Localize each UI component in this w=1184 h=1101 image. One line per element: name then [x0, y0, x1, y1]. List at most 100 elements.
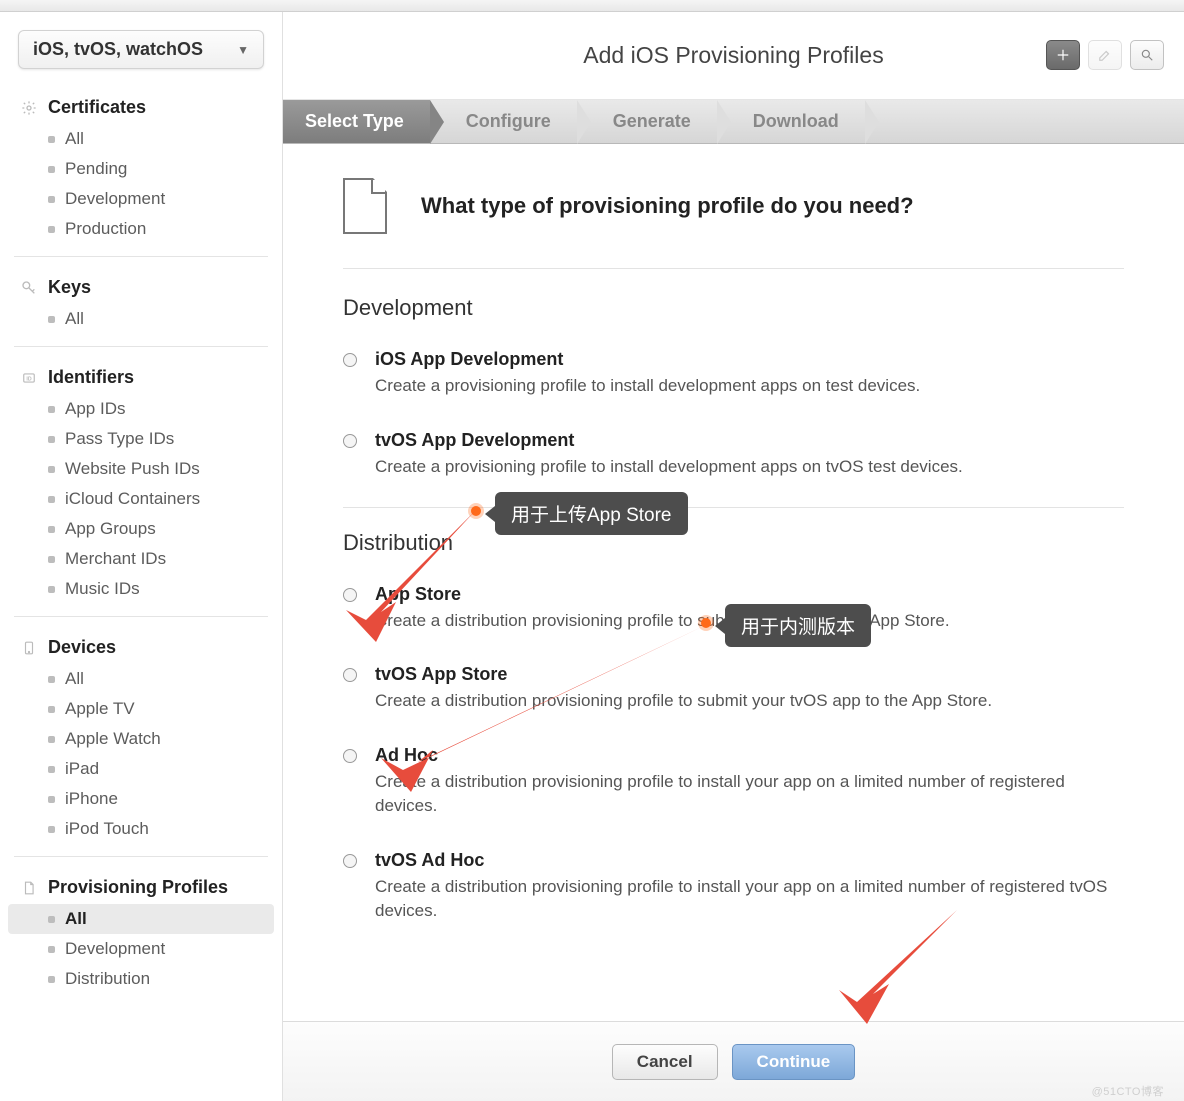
sidebar-item-keys-all[interactable]: All [0, 304, 282, 334]
sidebar-item-merchant-ids[interactable]: Merchant IDs [0, 544, 282, 574]
bullet-icon [48, 736, 55, 743]
sidebar-item-apple-watch[interactable]: Apple Watch [0, 724, 282, 754]
sidebar-item-label: Apple TV [65, 699, 135, 719]
sidebar-item-icloud-containers[interactable]: iCloud Containers [0, 484, 282, 514]
group-divider [343, 507, 1124, 508]
footer: Cancel Continue [283, 1021, 1184, 1101]
step-select-type[interactable]: Select Type [283, 100, 430, 143]
continue-button[interactable]: Continue [732, 1044, 856, 1080]
sidebar-item-ipod-touch[interactable]: iPod Touch [0, 814, 282, 844]
sidebar-item-label: App IDs [65, 399, 125, 419]
sidebar-section-certificates[interactable]: Certificates [0, 89, 282, 124]
sidebar-section-keys[interactable]: Keys [0, 269, 282, 304]
sidebar-item-label: All [65, 309, 84, 329]
radio-tvos-app-development[interactable] [343, 434, 357, 448]
sidebar-item-ipad[interactable]: iPad [0, 754, 282, 784]
sidebar-item-app-groups[interactable]: App Groups [0, 514, 282, 544]
device-icon [20, 639, 38, 657]
bullet-icon [48, 436, 55, 443]
cancel-button[interactable]: Cancel [612, 1044, 718, 1080]
sidebar-item-website-push-ids[interactable]: Website Push IDs [0, 454, 282, 484]
bullet-icon [48, 586, 55, 593]
sidebar-item-label: All [65, 669, 84, 689]
edit-button[interactable] [1088, 40, 1122, 70]
sidebar-item-iphone[interactable]: iPhone [0, 784, 282, 814]
watermark: @51CTO博客 [1092, 1083, 1164, 1099]
sidebar-item-label: Apple Watch [65, 729, 161, 749]
sidebar-section-provisioning-profiles[interactable]: Provisioning Profiles [0, 869, 282, 904]
option-ad-hoc[interactable]: Ad Hoc Create a distribution provisionin… [343, 735, 1124, 840]
bullet-icon [48, 946, 55, 953]
sidebar-section-devices[interactable]: Devices [0, 629, 282, 664]
key-icon [20, 279, 38, 297]
option-description: Create a distribution provisioning profi… [375, 875, 1124, 923]
radio-ios-app-development[interactable] [343, 353, 357, 367]
sidebar-section-label: Devices [48, 637, 116, 658]
step-label: Configure [466, 111, 551, 132]
bullet-icon [48, 706, 55, 713]
option-description: Create a provisioning profile to install… [375, 374, 920, 398]
option-app-store[interactable]: App Store Create a distribution provisio… [343, 574, 1124, 655]
sidebar-item-profiles-development[interactable]: Development [0, 934, 282, 964]
option-tvos-app-development[interactable]: tvOS App Development Create a provisioni… [343, 420, 1124, 501]
gear-icon [20, 99, 38, 117]
sidebar-item-label: iPod Touch [65, 819, 149, 839]
step-generate[interactable]: Generate [577, 100, 717, 143]
sidebar-item-label: iPhone [65, 789, 118, 809]
bullet-icon [48, 766, 55, 773]
sidebar-item-app-ids[interactable]: App IDs [0, 394, 282, 424]
sidebar-item-certificates-development[interactable]: Development [0, 184, 282, 214]
radio-tvos-app-store[interactable] [343, 668, 357, 682]
sidebar-item-apple-tv[interactable]: Apple TV [0, 694, 282, 724]
sidebar-item-profiles-distribution[interactable]: Distribution [0, 964, 282, 994]
option-tvos-ad-hoc[interactable]: tvOS Ad Hoc Create a distribution provis… [343, 840, 1124, 945]
step-download[interactable]: Download [717, 100, 865, 143]
bullet-icon [48, 796, 55, 803]
search-button[interactable] [1130, 40, 1164, 70]
option-tvos-app-store[interactable]: tvOS App Store Create a distribution pro… [343, 654, 1124, 735]
sidebar-item-label: Distribution [65, 969, 150, 989]
platform-dropdown-label: iOS, tvOS, watchOS [33, 39, 203, 60]
sidebar-item-certificates-pending[interactable]: Pending [0, 154, 282, 184]
option-ios-app-development[interactable]: iOS App Development Create a provisionin… [343, 339, 1124, 420]
radio-app-store[interactable] [343, 588, 357, 602]
platform-dropdown[interactable]: iOS, tvOS, watchOS ▼ [18, 30, 264, 69]
sidebar-section-identifiers[interactable]: ID Identifiers [0, 359, 282, 394]
sidebar-item-label: All [65, 909, 87, 929]
sidebar-section-label: Identifiers [48, 367, 134, 388]
sidebar-item-label: Website Push IDs [65, 459, 200, 479]
add-button[interactable] [1046, 40, 1080, 70]
sidebar-item-label: All [65, 129, 84, 149]
sidebar-item-label: Pass Type IDs [65, 429, 174, 449]
page-title: Add iOS Provisioning Profiles [583, 42, 883, 69]
radio-ad-hoc[interactable] [343, 749, 357, 763]
sidebar-item-certificates-all[interactable]: All [0, 124, 282, 154]
radio-tvos-ad-hoc[interactable] [343, 854, 357, 868]
content-area: What type of provisioning profile do you… [283, 144, 1184, 1021]
option-description: Create a distribution provisioning profi… [375, 689, 992, 713]
bullet-icon [48, 916, 55, 923]
group-title-distribution: Distribution [343, 530, 1124, 556]
sidebar-item-profiles-all[interactable]: All [8, 904, 274, 934]
sidebar-item-label: iPad [65, 759, 99, 779]
bullet-icon [48, 406, 55, 413]
sidebar-item-certificates-production[interactable]: Production [0, 214, 282, 244]
sidebar-item-devices-all[interactable]: All [0, 664, 282, 694]
bullet-icon [48, 196, 55, 203]
bullet-icon [48, 496, 55, 503]
sidebar-item-label: Pending [65, 159, 127, 179]
question-title: What type of provisioning profile do you… [421, 193, 914, 219]
step-configure[interactable]: Configure [430, 100, 577, 143]
sidebar-divider [14, 346, 268, 347]
option-label: iOS App Development [375, 349, 920, 370]
sidebar-item-music-ids[interactable]: Music IDs [0, 574, 282, 604]
sidebar-item-label: Production [65, 219, 146, 239]
sidebar-item-pass-type-ids[interactable]: Pass Type IDs [0, 424, 282, 454]
step-label: Select Type [305, 111, 404, 132]
bullet-icon [48, 226, 55, 233]
main-panel: Add iOS Provisioning Profiles Select Typ… [283, 12, 1184, 1101]
sidebar-item-label: Development [65, 189, 165, 209]
option-label: tvOS Ad Hoc [375, 850, 1124, 871]
sidebar-divider [14, 256, 268, 257]
bullet-icon [48, 976, 55, 983]
